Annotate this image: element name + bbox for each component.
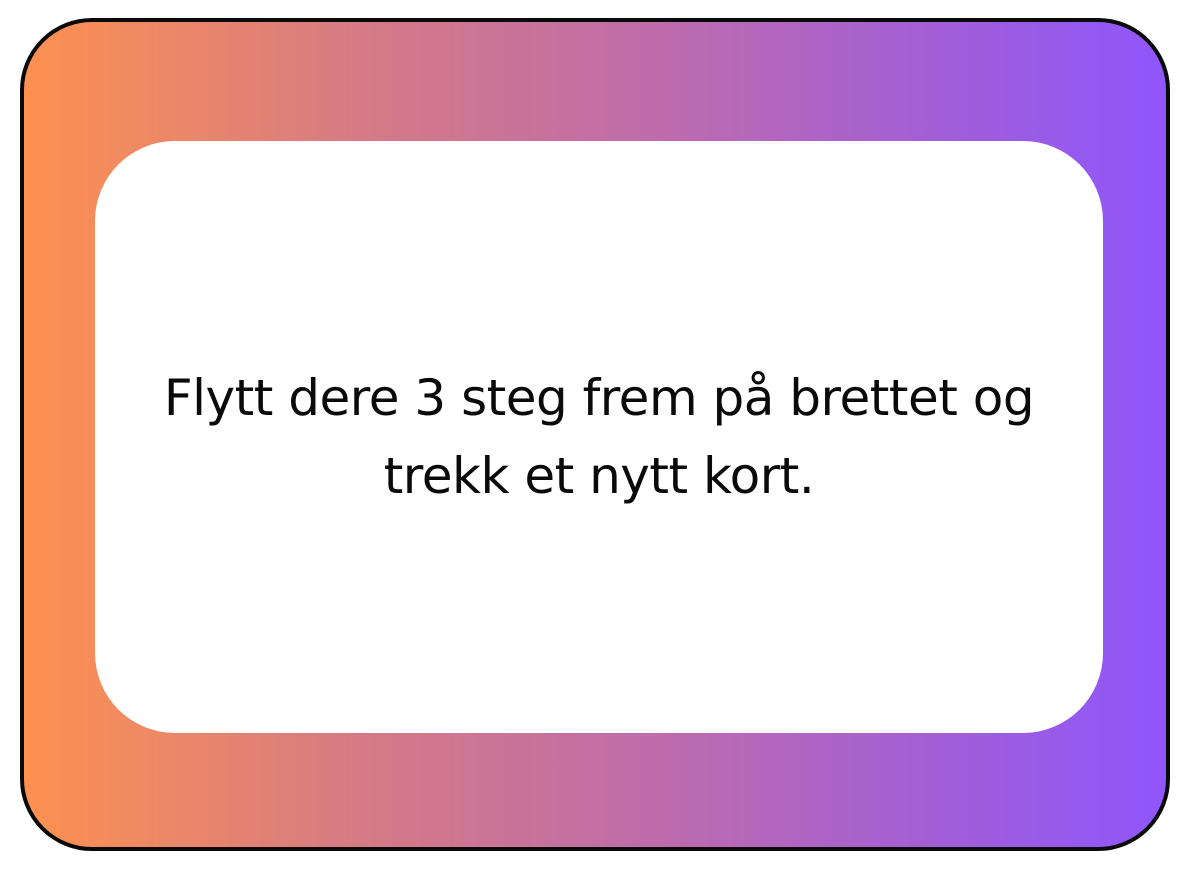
game-card[interactable]: Flytt dere 3 steg frem på brettet og tre… xyxy=(20,18,1170,851)
card-instruction-text: Flytt dere 3 steg frem på brettet og tre… xyxy=(163,369,1035,505)
card-text-panel: Flytt dere 3 steg frem på brettet og tre… xyxy=(95,141,1103,733)
